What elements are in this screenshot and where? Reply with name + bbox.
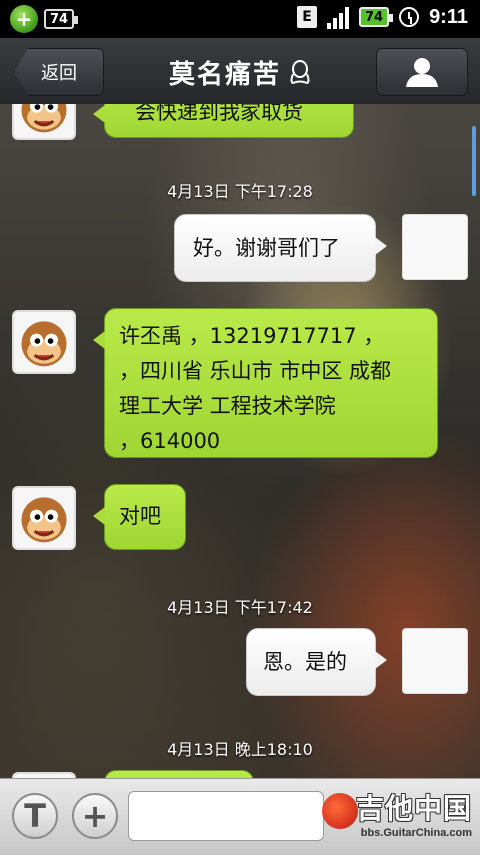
incoming-message[interactable]: 许丕禹 ，13219717717 ， ，四川省 乐山市 市中区 成都 理工大学 … xyxy=(93,308,438,458)
person-icon xyxy=(406,58,438,87)
chat-title-text: 莫名痛苦 xyxy=(168,60,281,90)
message-timestamp: 4月13日 下午17:28 xyxy=(167,182,313,201)
battery-left-icon: 74 xyxy=(44,9,78,29)
message-timestamp: 4月13日 下午17:42 xyxy=(167,598,313,617)
watermark-logo-icon xyxy=(322,793,358,829)
message-line: ，614000 xyxy=(119,429,221,453)
watermark-subtitle: bbs.GuitarChina.com xyxy=(360,827,472,839)
add-app-icon: + xyxy=(10,5,38,33)
battery-left-level: 74 xyxy=(49,11,69,27)
message-text: 会快递到我家取货 xyxy=(135,104,303,124)
alarm-icon xyxy=(399,7,420,27)
status-time: 9:11 xyxy=(429,5,468,28)
message-line: 理工大学 工程技术学院 xyxy=(119,394,336,418)
my-avatar[interactable] xyxy=(402,214,468,280)
message-line: ，四川省 乐山市 市中区 成都 xyxy=(119,359,392,383)
watermark-title: 吉他中国 xyxy=(355,792,472,825)
e-network-icon: E xyxy=(297,6,318,28)
input-bar: T + 吉他中国 bbs.GuitarChina.com xyxy=(0,778,480,855)
back-button[interactable]: 返回 xyxy=(14,48,104,96)
contact-avatar[interactable] xyxy=(12,104,76,140)
chat-message-list[interactable]: 会快递到我家取货 4月13日 下午17:28 好。谢谢哥们了 许丕禹 ，1321… xyxy=(0,104,480,778)
title-bar: 返回 莫名痛苦 xyxy=(0,38,480,105)
incoming-message[interactable] xyxy=(104,770,254,778)
incoming-message[interactable]: 会快递到我家取货 xyxy=(93,104,354,138)
message-text: 好。谢谢哥们了 xyxy=(193,236,340,260)
my-avatar[interactable] xyxy=(402,628,468,694)
add-attachment-button[interactable]: + xyxy=(72,793,118,839)
chat-title: 莫名痛苦 xyxy=(120,54,360,91)
signal-icon xyxy=(327,5,350,29)
message-text: 恩。是的 xyxy=(263,650,347,674)
battery-right-icon: 74 xyxy=(359,7,394,27)
message-input[interactable] xyxy=(128,791,324,841)
contact-avatar[interactable] xyxy=(12,486,76,550)
message-text: 对吧 xyxy=(119,504,161,528)
message-timestamp: 4月13日 晚上18:10 xyxy=(167,740,313,759)
contact-avatar[interactable] xyxy=(12,310,76,374)
qq-penguin-icon xyxy=(290,59,310,84)
incoming-message[interactable]: 对吧 xyxy=(93,484,186,550)
profile-button[interactable] xyxy=(376,48,468,96)
outgoing-message[interactable]: 好。谢谢哥们了 xyxy=(174,214,387,282)
watermark: 吉他中国 bbs.GuitarChina.com xyxy=(322,787,472,847)
outgoing-message[interactable]: 恩。是的 xyxy=(246,628,387,696)
text-mode-button[interactable]: T xyxy=(12,793,58,839)
battery-right-level: 74 xyxy=(365,9,384,25)
message-line: 许丕禹 ，13219717717 ， xyxy=(119,324,385,348)
status-bar: + 74 E 74 9:11 xyxy=(0,0,480,38)
